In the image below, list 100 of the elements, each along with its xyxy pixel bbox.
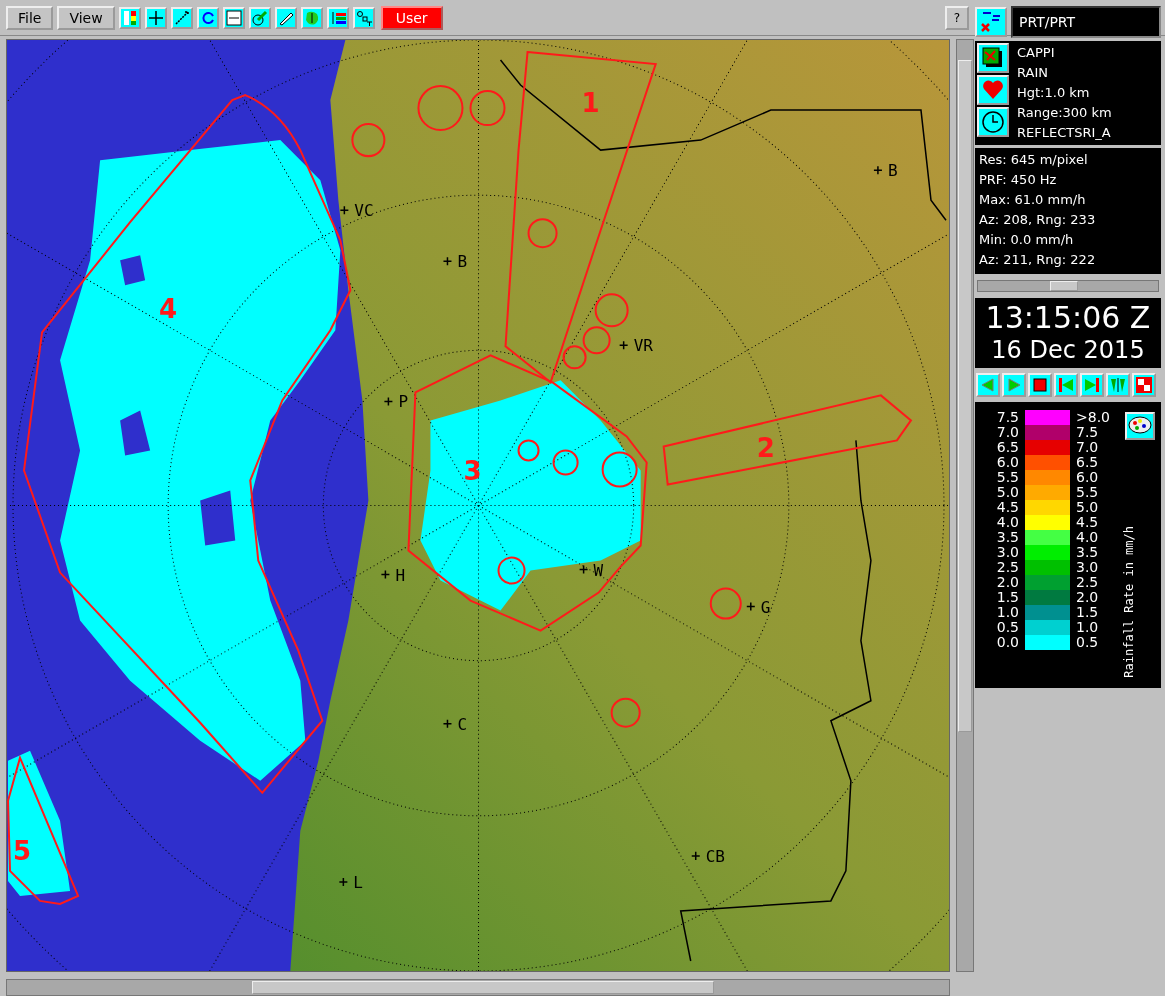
legend-value: 1.5 (995, 590, 1019, 605)
legend-value: 6.0 (1076, 470, 1099, 485)
legend-value: 1.5 (1076, 605, 1099, 620)
legend-value: 7.5 (995, 410, 1019, 425)
city-label: W (593, 560, 604, 580)
legend-value: 3.5 (995, 530, 1019, 545)
city-marker-icon (691, 851, 701, 861)
legend-value: 0.5 (995, 620, 1019, 635)
city-marker-icon (618, 340, 629, 351)
legend-value: 1.0 (995, 605, 1019, 620)
storm-circle (552, 449, 579, 476)
legend-value: 7.0 (1076, 440, 1099, 455)
storm-circle (562, 345, 587, 370)
city-marker-icon (442, 719, 453, 729)
product-text: REFLECTSRI_A (1017, 124, 1112, 142)
legend-value: 7.5 (1076, 425, 1099, 440)
storm-circle (417, 85, 464, 132)
city-marker-icon (339, 205, 350, 215)
legend-value: 6.5 (995, 440, 1019, 455)
palette-icon[interactable] (1125, 412, 1155, 440)
city-marker-icon (442, 256, 453, 266)
stop-icon[interactable] (1028, 373, 1052, 397)
legend-value: 4.5 (995, 500, 1019, 515)
storm-circle (594, 293, 629, 328)
legend-value: 2.5 (995, 560, 1019, 575)
site-field: PRT/PRT (1011, 6, 1161, 38)
step-back-icon[interactable] (976, 373, 1000, 397)
city-marker-icon (746, 601, 756, 612)
storm-circle (601, 451, 638, 488)
city-marker-icon (380, 569, 391, 580)
legend-value: 3.5 (1076, 545, 1099, 560)
legend-value: 4.0 (1076, 530, 1099, 545)
info-text: Az: 211, Rng: 222 (979, 251, 1097, 269)
region-number: 1 (581, 88, 600, 119)
user-button[interactable]: User (380, 5, 443, 30)
region-number: 5 (12, 835, 32, 866)
color-bar-icon[interactable] (118, 6, 141, 29)
legend-value: 7.0 (995, 425, 1019, 440)
legend-value: 1.0 (1076, 620, 1099, 635)
region-number: 2 (756, 433, 775, 464)
options-icon[interactable] (352, 6, 375, 29)
pencil-icon[interactable] (274, 6, 297, 29)
city-label: G (760, 597, 771, 617)
menu-button[interactable]: File (6, 5, 54, 30)
city-label: L (353, 872, 363, 892)
legend-value: 0.0 (995, 635, 1019, 650)
product-text: Range:300 km (1017, 104, 1112, 122)
help-button[interactable]: ? (945, 5, 969, 30)
layers-icon[interactable] (326, 6, 349, 29)
legend-title: Rainfall Rate in mm/h (1122, 526, 1136, 678)
refresh-icon[interactable] (196, 6, 219, 29)
time-text: 13:15:06 Z (984, 300, 1152, 336)
legend-value: >8.0 (1076, 410, 1110, 425)
legend-value: 2.0 (1076, 590, 1099, 605)
storm-circle (469, 90, 506, 127)
city-label: P (398, 392, 409, 412)
legend-value: 6.0 (995, 455, 1019, 470)
vertical-scrollbar[interactable] (956, 39, 974, 972)
info-text: Min: 0.0 mm/h (979, 231, 1075, 249)
scrollbar[interactable] (977, 280, 1159, 292)
legend-value: 5.0 (1076, 500, 1099, 515)
city-label: VC (354, 201, 374, 221)
storm-circle (527, 218, 558, 249)
legend-value: 6.5 (1076, 455, 1099, 470)
legend-value: 3.0 (995, 545, 1019, 560)
info-text: Max: 61.0 mm/h (979, 191, 1087, 209)
city-marker-icon (383, 396, 394, 407)
city-label: VR (633, 336, 653, 356)
city-label: B (887, 161, 898, 181)
region-number: 3 (463, 456, 482, 487)
legend-value: 4.5 (1076, 515, 1099, 530)
legend-value: 0.5 (1076, 635, 1099, 650)
city-label: CB (705, 846, 725, 866)
product-text: CAPPI (1017, 44, 1056, 62)
info-text: Res: 645 m/pixel (979, 151, 1089, 169)
region-number: 4 (159, 294, 178, 325)
legend-value: 4.0 (995, 515, 1019, 530)
legend-value: 3.0 (1076, 560, 1099, 575)
city-marker-icon (873, 165, 883, 175)
legend-value: 2.0 (995, 575, 1019, 590)
map-layers-icon[interactable] (977, 43, 1009, 73)
split-icon[interactable] (1132, 373, 1156, 397)
city-label: C (457, 714, 468, 734)
horizontal-scrollbar[interactable] (6, 979, 950, 996)
map-icon[interactable] (300, 6, 323, 29)
city-marker-icon (578, 564, 589, 575)
legend-value: 5.5 (995, 470, 1019, 485)
legend-value: 5.5 (1076, 485, 1099, 500)
clock-icon[interactable] (977, 107, 1009, 137)
storm-circle (610, 697, 641, 728)
info-text: PRF: 450 Hz (979, 171, 1058, 189)
crosshair-icon[interactable] (144, 6, 167, 29)
storm-circle (351, 123, 386, 158)
city-label: H (395, 565, 406, 585)
city-marker-icon (338, 877, 349, 887)
skip-end-icon[interactable] (1080, 373, 1104, 397)
skip-start-icon[interactable] (1054, 373, 1078, 397)
storm-circle (517, 439, 540, 462)
menu-button[interactable]: View (57, 5, 115, 30)
storm-circle (709, 587, 742, 620)
